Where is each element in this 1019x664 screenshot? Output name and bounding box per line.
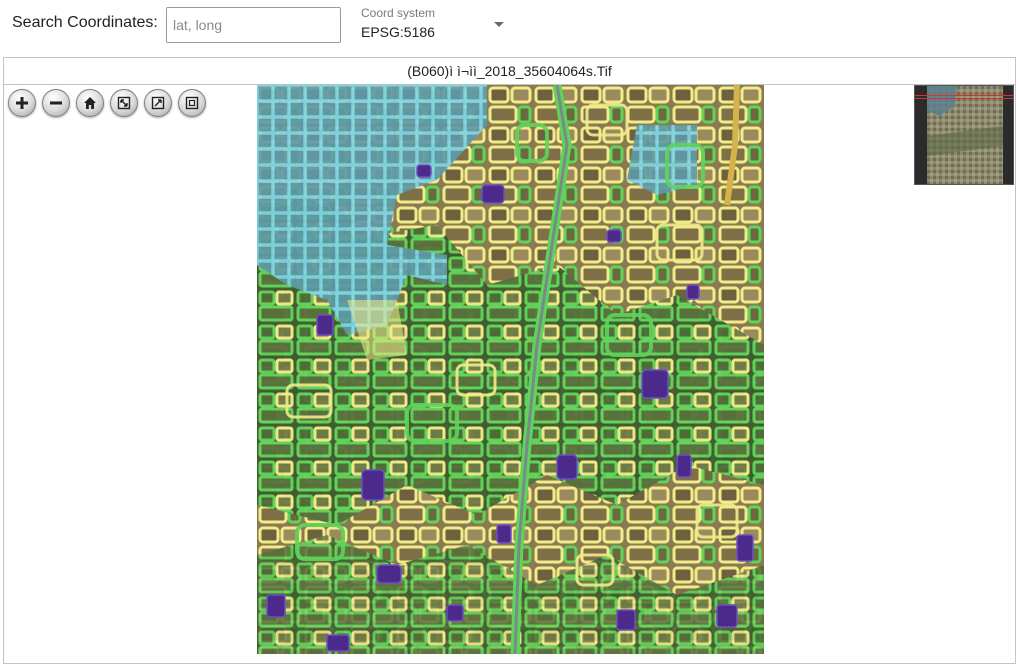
overview-thumbnail	[927, 86, 1003, 184]
minus-icon	[50, 101, 62, 105]
home-button[interactable]	[76, 89, 104, 117]
rotate-icon	[151, 96, 165, 110]
chevron-down-icon[interactable]	[494, 22, 504, 27]
toolbar: Search Coordinates: Coord system EPSG:51…	[0, 0, 1019, 56]
rotate-button[interactable]	[144, 89, 172, 117]
full-page-icon	[117, 96, 131, 110]
viewer-title: (B060)ì ì¬ìì_2018_35604064s.Tif	[4, 58, 1015, 85]
coord-system-caption: Coord system	[361, 6, 436, 20]
search-coordinates-label: Search Coordinates:	[12, 14, 158, 31]
coord-system-value: EPSG:5186	[361, 24, 435, 40]
image-viewer[interactable]: (B060)ì ì¬ìì_2018_35604064s.Tif	[3, 57, 1016, 664]
home-icon	[84, 97, 96, 109]
full-page-button[interactable]	[110, 89, 138, 117]
plus-icon	[16, 97, 28, 109]
fit-button[interactable]	[178, 89, 206, 117]
fit-icon	[185, 96, 199, 110]
zoom-out-button[interactable]	[42, 89, 70, 117]
search-input[interactable]	[166, 7, 341, 43]
overview-minimap[interactable]	[914, 85, 1014, 185]
zoom-in-button[interactable]	[8, 89, 36, 117]
aerial-image-with-overlays[interactable]	[257, 85, 764, 654]
coord-system-select[interactable]: Coord system EPSG:5186	[361, 6, 511, 46]
overview-viewport-box[interactable]	[915, 95, 1013, 99]
